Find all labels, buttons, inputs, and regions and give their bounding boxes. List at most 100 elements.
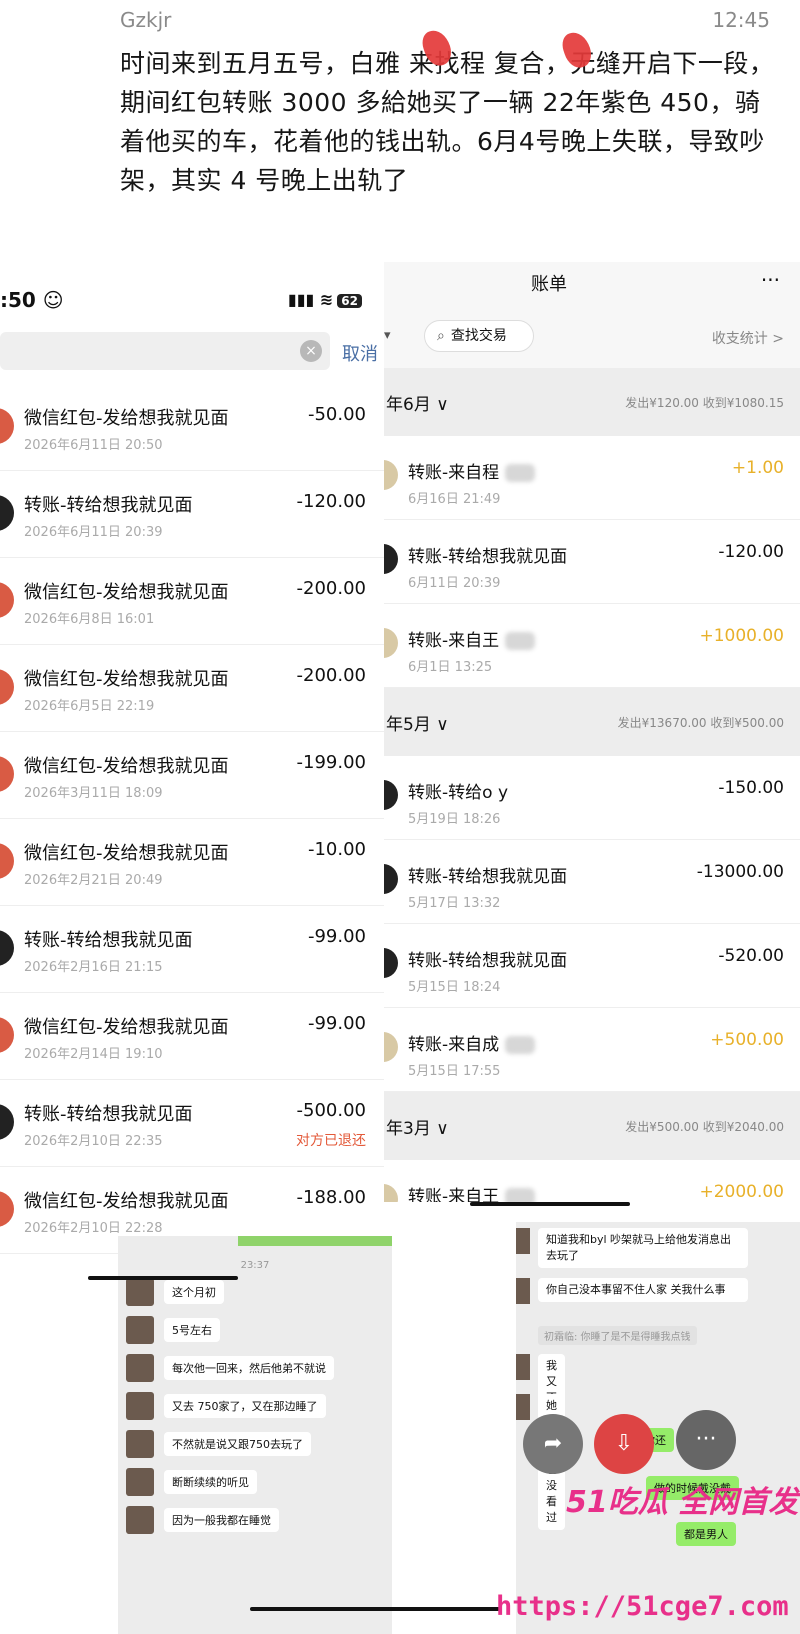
transaction-date: 2026年6月8日 16:01 <box>24 612 155 627</box>
transaction-row[interactable]: 微信红包-发给想我就见面 2026年6月5日 22:19 -200.00 <box>0 645 384 732</box>
avatar <box>126 1316 154 1344</box>
avatar <box>0 495 14 531</box>
transaction-title: 转账-转给想我就见面 <box>24 930 193 951</box>
cancel-button[interactable]: 取消 <box>342 340 378 366</box>
transaction-date: 2026年6月11日 20:39 <box>24 525 163 540</box>
page-title: 账单 <box>531 274 567 295</box>
avatar <box>126 1430 154 1458</box>
bill-date: 5月15日 18:24 <box>408 980 501 995</box>
avatar <box>126 1354 154 1382</box>
status-clock: :50 ☺ <box>0 288 64 312</box>
battery-icon: 62 <box>337 294 362 308</box>
transaction-row[interactable]: 微信红包-发给想我就见面 2026年2月14日 19:10 -99.00 <box>0 993 384 1080</box>
month-header[interactable]: 年6月 ∨ 发出¥120.00 收到¥1080.15 <box>384 368 800 436</box>
transaction-title: 转账-转给想我就见面 <box>24 495 193 516</box>
transaction-title: 微信红包-发给想我就见面 <box>24 1191 229 1212</box>
avatar <box>384 780 398 810</box>
bill-date: 5月15日 17:55 <box>408 1064 501 1079</box>
transaction-row[interactable]: 微信红包-发给想我就见面 2026年6月11日 20:50 -50.00 <box>0 384 384 471</box>
search-icon: ⌕ <box>437 328 445 344</box>
blurred-name <box>504 1036 535 1054</box>
post-author[interactable]: Gzkjr <box>120 8 171 32</box>
bill-row[interactable]: 转账-来自程 6月16日 21:49 +1.00 <box>384 436 800 520</box>
bill-title: 转账-来自程 <box>408 458 535 483</box>
transaction-date: 2026年6月5日 22:19 <box>24 699 155 714</box>
message-bubble: 因为一般我都在睡觉 <box>164 1508 279 1532</box>
watermark-url[interactable]: https://51cge7.com <box>496 1591 789 1622</box>
bill-row[interactable]: 转账-转给想我就见面 6月11日 20:39 -120.00 <box>384 520 800 604</box>
download-icon[interactable]: ⇩ <box>594 1414 654 1474</box>
bill-row[interactable]: 转账-来自成 5月15日 17:55 +500.00 <box>384 1008 800 1092</box>
avatar <box>516 1354 530 1380</box>
bill-amount: +1.00 <box>731 458 784 478</box>
bill-title-text: 转账-来自成 <box>408 1035 500 1055</box>
bill-amount: -120.00 <box>718 542 784 562</box>
bill-date: 5月19日 18:26 <box>408 812 501 827</box>
bill-list: 年6月 ∨ 发出¥120.00 收到¥1080.15 转账-来自程 6月16日 21… <box>384 368 800 1202</box>
transaction-amount: -188.00 <box>296 1187 366 1208</box>
message-bubble: 断断续续的听见 <box>164 1470 257 1494</box>
transaction-row[interactable]: 转账-转给想我就见面 2026年2月16日 21:15 -99.00 <box>0 906 384 993</box>
transaction-amount: -120.00 <box>296 491 366 512</box>
bill-title-text: 转账-转给o y <box>408 783 508 803</box>
bill-title: 转账-转给想我就见面 <box>408 862 567 887</box>
more-icon[interactable]: ··· <box>761 268 780 292</box>
chat-screenshot-left: 23:37 这个月初 5号左右 每次他一回来，然后他弟不就说 又去 750家了，又在那… <box>118 1236 392 1634</box>
transaction-date: 2026年2月10日 22:35 <box>24 1134 163 1149</box>
transaction-amount: -200.00 <box>296 665 366 686</box>
avatar <box>0 1104 14 1140</box>
transaction-date: 2026年2月14日 19:10 <box>24 1047 163 1062</box>
bill-row[interactable]: 转账-转给想我就见面 5月15日 18:24 -520.00 <box>384 924 800 1008</box>
transaction-date: 2026年6月11日 20:50 <box>24 438 163 453</box>
status-bar: :50 ☺ ▮▮▮ ≋ 62 <box>0 280 384 320</box>
transaction-amount: -99.00 <box>307 1013 366 1034</box>
month-label: 年3月 ∨ <box>386 1119 449 1139</box>
avatar <box>384 948 398 978</box>
month-header[interactable]: 年5月 ∨ 发出¥13670.00 收到¥500.00 <box>384 688 800 756</box>
transaction-row[interactable]: 转账-转给想我就见面 2026年2月10日 22:35 -500.00 对方已退还 <box>0 1080 384 1167</box>
bill-row[interactable]: 转账-来自王 6月1日 13:25 +1000.00 <box>384 604 800 688</box>
clear-icon[interactable]: × <box>300 340 322 362</box>
bill-title: 转账-转给o y <box>408 778 508 803</box>
green-bubble-edge <box>238 1236 392 1246</box>
avatar <box>384 1184 398 1202</box>
bill-date: 6月11日 20:39 <box>408 576 501 591</box>
search-transactions-button[interactable]: ⌕ 查找交易 <box>424 320 534 352</box>
filter-dropdown[interactable]: ▾ <box>384 328 391 343</box>
bill-title: 转账-转给想我就见面 <box>408 946 567 971</box>
share-icon[interactable]: ➦ <box>523 1414 583 1474</box>
stats-link[interactable]: 收支统计 > <box>712 328 784 348</box>
transaction-title: 微信红包-发给想我就见面 <box>24 669 229 690</box>
blurred-name <box>504 464 535 482</box>
transaction-title: 微信红包-发给想我就见面 <box>24 1017 229 1038</box>
message-bubble: 不然就是说又跟750去玩了 <box>164 1432 311 1456</box>
month-header[interactable]: 年3月 ∨ 发出¥500.00 收到¥2040.00 <box>384 1092 800 1160</box>
search-input[interactable] <box>0 332 330 370</box>
transaction-amount: -10.00 <box>307 839 366 860</box>
bill-title-text: 转账-来自王 <box>408 631 500 651</box>
transaction-row[interactable]: 微信红包-发给想我就见面 2026年3月11日 18:09 -199.00 <box>0 732 384 819</box>
search-row: × 取消 <box>0 320 384 384</box>
bill-date: 6月16日 21:49 <box>408 492 501 507</box>
message-bubble: 又去 750家了，又在那边睡了 <box>164 1394 326 1418</box>
status-icons: ▮▮▮ ≋ 62 <box>288 290 362 309</box>
watermark-brand: 51吃瓜 全网首发 <box>566 1485 799 1520</box>
transaction-title: 微信红包-发给想我就见面 <box>24 756 229 777</box>
avatar <box>126 1506 154 1534</box>
bill-row[interactable]: 转账-转给想我就见面 5月17日 13:32 -13000.00 <box>384 840 800 924</box>
transaction-row[interactable]: 微信红包-发给想我就见面 2026年6月8日 16:01 -200.00 <box>0 558 384 645</box>
bill-row[interactable]: 转账-转给o y 5月19日 18:26 -150.00 <box>384 756 800 840</box>
system-message: 初霜临: 你睡了是不是得睡我点钱 <box>538 1326 697 1345</box>
blurred-name <box>504 1188 535 1202</box>
more-icon[interactable]: ··· <box>676 1410 736 1470</box>
transaction-row[interactable]: 转账-转给想我就见面 2026年6月11日 20:39 -120.00 <box>0 471 384 558</box>
avatar <box>384 864 398 894</box>
message-bubble: 知道我和byl 吵架就马上给他发消息出去玩了 <box>538 1228 748 1268</box>
bill-toolbar: ▾ ⌕ 查找交易 收支统计 > <box>384 318 800 368</box>
transaction-amount: -199.00 <box>296 752 366 773</box>
signal-icon: ▮▮▮ ≋ <box>287 290 334 309</box>
transaction-date: 2026年2月21日 20:49 <box>24 873 163 888</box>
bill-row[interactable]: 转账-来自王 +2000.00 <box>384 1160 800 1202</box>
transaction-row[interactable]: 微信红包-发给想我就见面 2026年2月21日 20:49 -10.00 <box>0 819 384 906</box>
divider <box>250 1607 500 1611</box>
